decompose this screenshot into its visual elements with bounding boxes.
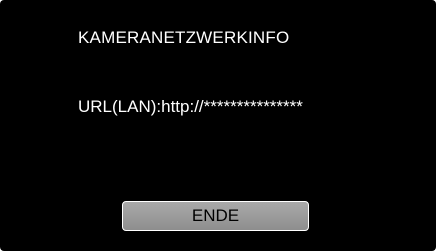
camera-network-info-screen: KAMERANETZWERKINFO URL(LAN):http://*****…: [0, 0, 436, 251]
screen-title: KAMERANETZWERKINFO: [78, 28, 290, 47]
end-button[interactable]: ENDE: [122, 201, 309, 231]
end-button-label: ENDE: [191, 206, 240, 225]
lan-url-text: URL(LAN):http://***************: [78, 97, 303, 116]
